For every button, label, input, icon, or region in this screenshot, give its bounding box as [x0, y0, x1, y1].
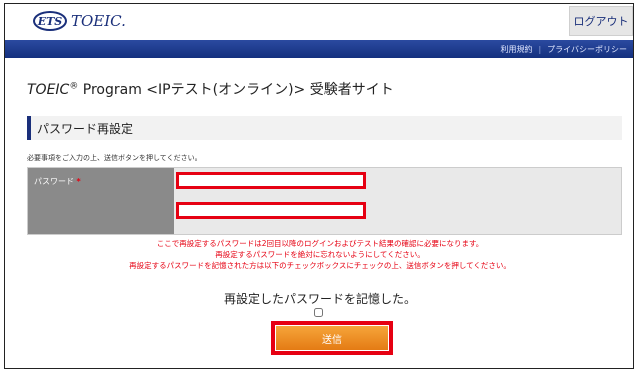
page-title: TOEIC® Program <IPテスト(オンライン)> 受験者サイト [27, 79, 394, 99]
password-input[interactable] [176, 172, 366, 189]
password-form: パスワード * [27, 167, 622, 235]
top-nav: 利用規約 | プライバシーポリシー [5, 40, 633, 58]
nav-link-terms[interactable]: 利用規約 [494, 44, 538, 55]
page-frame: ETS TOEIC. ログアウト 利用規約 | プライバシーポリシー TOEIC… [4, 3, 634, 369]
logout-button[interactable]: ログアウト [569, 6, 633, 36]
remember-password-checkbox[interactable] [314, 308, 323, 317]
page-title-brand: TOEIC [27, 82, 70, 98]
page-title-text: Program <IPテスト(オンライン)> 受験者サイト [82, 82, 394, 98]
section-title: パスワード再設定 [37, 121, 134, 136]
notice-line-1: ここで再設定するパスワードは2回目以降のログインおよびテスト結果の確認に必要にな… [156, 239, 484, 248]
submit-button[interactable]: 送信 [275, 325, 389, 351]
notice-line-2: 再設定するパスワードを絶対に忘れないようにしてください。 [215, 250, 425, 259]
header: ETS TOEIC. ログアウト [5, 4, 633, 38]
nav-link-privacy[interactable]: プライバシーポリシー [541, 44, 633, 55]
instructions-text: 必要事項をご入力の上、送信ボタンを押してください。 [27, 154, 202, 162]
registered-mark: ® [69, 81, 79, 92]
ets-logo-badge: ETS [33, 11, 67, 31]
toeic-logo-text: TOEIC. [71, 12, 126, 30]
submit-highlight: 送信 [271, 321, 393, 355]
password-field-label: パスワード * [28, 168, 174, 234]
notice-line-3: 再設定するパスワードを記憶された方は以下のチェックボックスにチェックの上、送信ボ… [129, 261, 511, 270]
ets-toeic-logo: ETS TOEIC. [33, 9, 126, 33]
notice-text: ここで再設定するパスワードは2回目以降のログインおよびテスト結果の確認に必要にな… [5, 238, 633, 271]
password-label-text: パスワード [34, 177, 74, 186]
required-mark: * [76, 177, 81, 186]
remember-password-label: 再設定したパスワードを記憶した。 [223, 292, 416, 306]
section-header: パスワード再設定 [27, 116, 622, 140]
password-confirm-input[interactable] [176, 202, 366, 219]
